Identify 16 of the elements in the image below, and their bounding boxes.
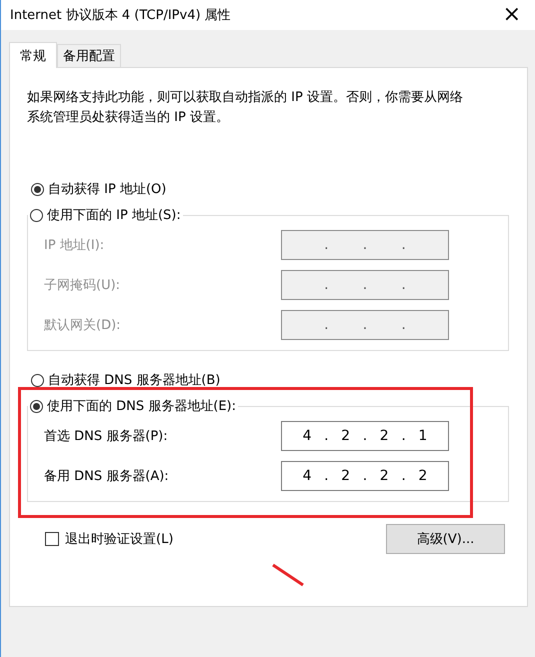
field-label: IP 地址(I): [44, 237, 104, 254]
tab[interactable]: 备用配置 [57, 44, 121, 67]
tab[interactable]: 常规 [9, 42, 57, 68]
field-label: 子网掩码(U): [44, 277, 120, 294]
advanced-button[interactable]: 高级(V)... [386, 524, 505, 554]
close-button[interactable]: × [498, 4, 525, 26]
window-title: Internet 协议版本 4 (TCP/IPv4) 属性 [10, 7, 231, 24]
description-text: 如果网络支持此功能，则可以获取自动指派的 IP 设置。否则，你需要从网络系统管理员处获得适当的 IP 设置。 [27, 89, 464, 127]
field-label: 首选 DNS 服务器(P): [44, 428, 168, 445]
checkbox[interactable]: 退出时验证设置(L) [45, 530, 174, 548]
field-label: 默认网关(D): [44, 317, 121, 334]
radio-button[interactable]: 使用下面的 IP 地址(S): [30, 206, 181, 224]
ip-address-field[interactable]: 4 . 2 . 2 . 1 [281, 421, 449, 451]
ip-address-field[interactable]: 4 . 2 . 2 . 2 [281, 461, 449, 491]
radio-button[interactable]: 使用下面的 DNS 服务器地址(E): [30, 397, 236, 415]
field-label: 备用 DNS 服务器(A): [44, 468, 169, 485]
